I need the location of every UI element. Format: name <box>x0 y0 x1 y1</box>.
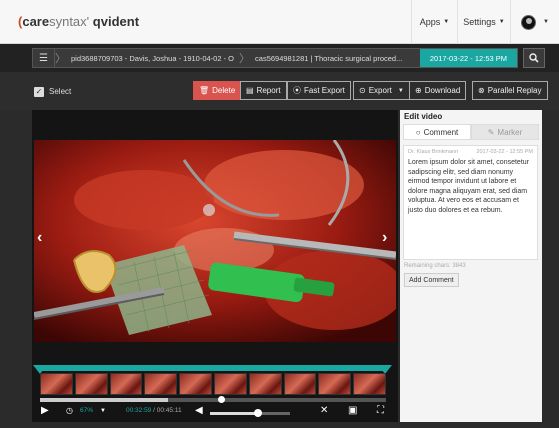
logo-tm: ' <box>86 14 90 29</box>
edit-panel-title: Edit video <box>404 112 443 121</box>
settings-menu[interactable]: Settings ▼ <box>457 0 510 44</box>
seek-handle[interactable] <box>218 396 225 403</box>
video-frame[interactable] <box>34 140 396 342</box>
settings-label: Settings <box>463 17 496 27</box>
previous-arrow-icon[interactable]: ‹ <box>37 229 42 247</box>
volume-icon[interactable]: ◀ <box>195 405 203 416</box>
chevron-down-icon: ▼ <box>543 19 549 25</box>
toolbar: ✓ Select 🗑 Delete ▤ Report ⦿ Fast Export ⊙ E… <box>0 72 559 110</box>
comment-text[interactable]: Lorem ipsum dolor sit amet, consetetur s… <box>408 158 533 216</box>
surgical-video-image <box>34 140 396 342</box>
app-window: (caresyntax' qvident Apps ▼ Settings ▼ ▼… <box>0 0 559 428</box>
play-icon[interactable]: ▶ <box>41 405 49 416</box>
logo-product: vident <box>100 14 140 29</box>
export-icon: ⊙ <box>359 86 366 95</box>
camera-icon[interactable]: ▣ <box>348 405 357 416</box>
select-checkbox[interactable]: ✓ <box>34 87 44 97</box>
chevron-right-icon: 〉 <box>55 53 66 65</box>
time-display: 00:32:59 / 00:45:11 <box>126 407 182 414</box>
fast-export-button[interactable]: ⦿ Fast Export <box>287 81 351 100</box>
document-icon: ▤ <box>246 86 254 95</box>
top-bar: (caresyntax' qvident Apps ▼ Settings ▼ ▼ <box>0 0 559 44</box>
seek-bar[interactable] <box>40 398 386 402</box>
thumbnail-frame[interactable] <box>353 373 386 395</box>
replay-icon: ⊗ <box>478 86 485 95</box>
thumbnail-frame[interactable] <box>40 373 73 395</box>
parallel-replay-button[interactable]: ⊗ Parallel Replay <box>472 81 548 100</box>
thumbnail-frame[interactable] <box>109 373 143 395</box>
tab-comment[interactable]: ○ Comment <box>403 124 471 140</box>
comment-textarea[interactable]: Dr. Klaus Brinkmann 2017-03-22 - 12:55 P… <box>403 145 538 260</box>
thumbnail-frame[interactable] <box>179 373 212 395</box>
thumbnail-frame[interactable] <box>248 373 282 395</box>
logo-brand: care <box>22 14 50 29</box>
time-separator: / <box>153 407 155 414</box>
tab-marker-label: Marker <box>497 127 523 137</box>
report-button[interactable]: ▤ Report <box>240 81 287 100</box>
report-label: Report <box>256 86 281 95</box>
list-icon[interactable]: ☰ <box>33 49 55 67</box>
chevron-right-icon: 〉 <box>239 53 251 65</box>
timeline-bar[interactable] <box>40 365 386 371</box>
download-icon: ⊕ <box>415 86 422 95</box>
seek-progress <box>40 398 169 402</box>
chevron-down-icon: ▼ <box>443 19 450 25</box>
volume-handle[interactable] <box>254 409 262 417</box>
chevron-down-icon: ▼ <box>498 19 505 25</box>
parallel-replay-label: Parallel Replay <box>487 86 542 95</box>
fast-export-icon: ⦿ <box>293 86 301 95</box>
export-button[interactable]: ⊙ Export ▼ <box>353 81 410 100</box>
volume-level <box>210 412 258 415</box>
remaining-chars: Remaining chars: 3843 <box>404 263 466 269</box>
export-label: Export <box>368 86 392 95</box>
speed-icon[interactable]: ◷ <box>66 406 73 415</box>
download-button[interactable]: ⊕ Download <box>409 81 467 100</box>
tab-comment-label: Comment <box>423 127 459 137</box>
current-time: 00:32:59 <box>126 407 152 414</box>
thumbnail-frame[interactable] <box>318 373 352 395</box>
volume-slider[interactable] <box>210 412 290 415</box>
search-button[interactable] <box>523 48 545 68</box>
add-comment-button[interactable]: Add Comment <box>404 273 459 287</box>
thumbnail-frame[interactable] <box>144 373 178 395</box>
delete-button[interactable]: 🗑 Delete <box>193 81 242 100</box>
fast-export-label: Fast Export <box>304 86 345 95</box>
trash-icon: 🗑 <box>199 86 210 95</box>
avatar <box>521 14 537 30</box>
breadcrumb-bar: ☰ 〉 pid3688709703 - Davis, Joshua - 1910… <box>0 44 559 72</box>
breadcrumb-patient[interactable]: pid3688709703 - Davis, Joshua - 1910-04-… <box>66 54 239 63</box>
download-label: Download <box>424 86 461 95</box>
apps-menu[interactable]: Apps ▼ <box>411 0 457 44</box>
comment-icon: ○ <box>415 127 421 137</box>
comment-author: Dr. Klaus Brinkmann <box>408 149 459 155</box>
breadcrumb-video[interactable]: 2017-03-22 - 12:53 PM <box>419 49 517 67</box>
logo: (caresyntax' qvident <box>18 14 139 29</box>
scissors-icon[interactable]: ✕ <box>320 405 328 416</box>
pin-icon: ✎ <box>487 127 495 137</box>
thumbnail-strip[interactable] <box>40 373 386 395</box>
logo-brand-2: syntax <box>49 14 87 29</box>
tab-marker[interactable]: ✎ Marker <box>471 124 539 140</box>
chevron-down-icon: ▼ <box>397 87 404 94</box>
user-menu[interactable]: ▼ <box>510 0 559 44</box>
chevron-down-icon[interactable]: ▼ <box>100 408 106 414</box>
breadcrumb: ☰ 〉 pid3688709703 - Davis, Joshua - 1910… <box>32 48 518 68</box>
logo-product-q: q <box>92 14 101 29</box>
apps-label: Apps <box>419 17 441 27</box>
next-arrow-icon[interactable]: › <box>382 229 387 247</box>
thumbnail-frame[interactable] <box>74 373 108 395</box>
fullscreen-icon[interactable]: ⛶ <box>377 405 384 416</box>
duration: 00:45:11 <box>156 407 182 414</box>
search-icon <box>529 53 539 63</box>
comment-timestamp: 2017-03-22 - 12:55 PM <box>476 149 533 155</box>
thumbnail-frame[interactable] <box>283 373 317 395</box>
speed-value[interactable]: 67% <box>80 407 93 414</box>
thumbnail-frame[interactable] <box>213 373 247 395</box>
select-label: Select <box>49 87 72 96</box>
comment-meta: Dr. Klaus Brinkmann 2017-03-22 - 12:55 P… <box>408 149 533 155</box>
delete-label: Delete <box>212 86 236 95</box>
edit-tabs: ○ Comment ✎ Marker <box>403 124 539 140</box>
breadcrumb-case[interactable]: cas5694981281 | Thoracic surgical proced… <box>250 54 407 63</box>
